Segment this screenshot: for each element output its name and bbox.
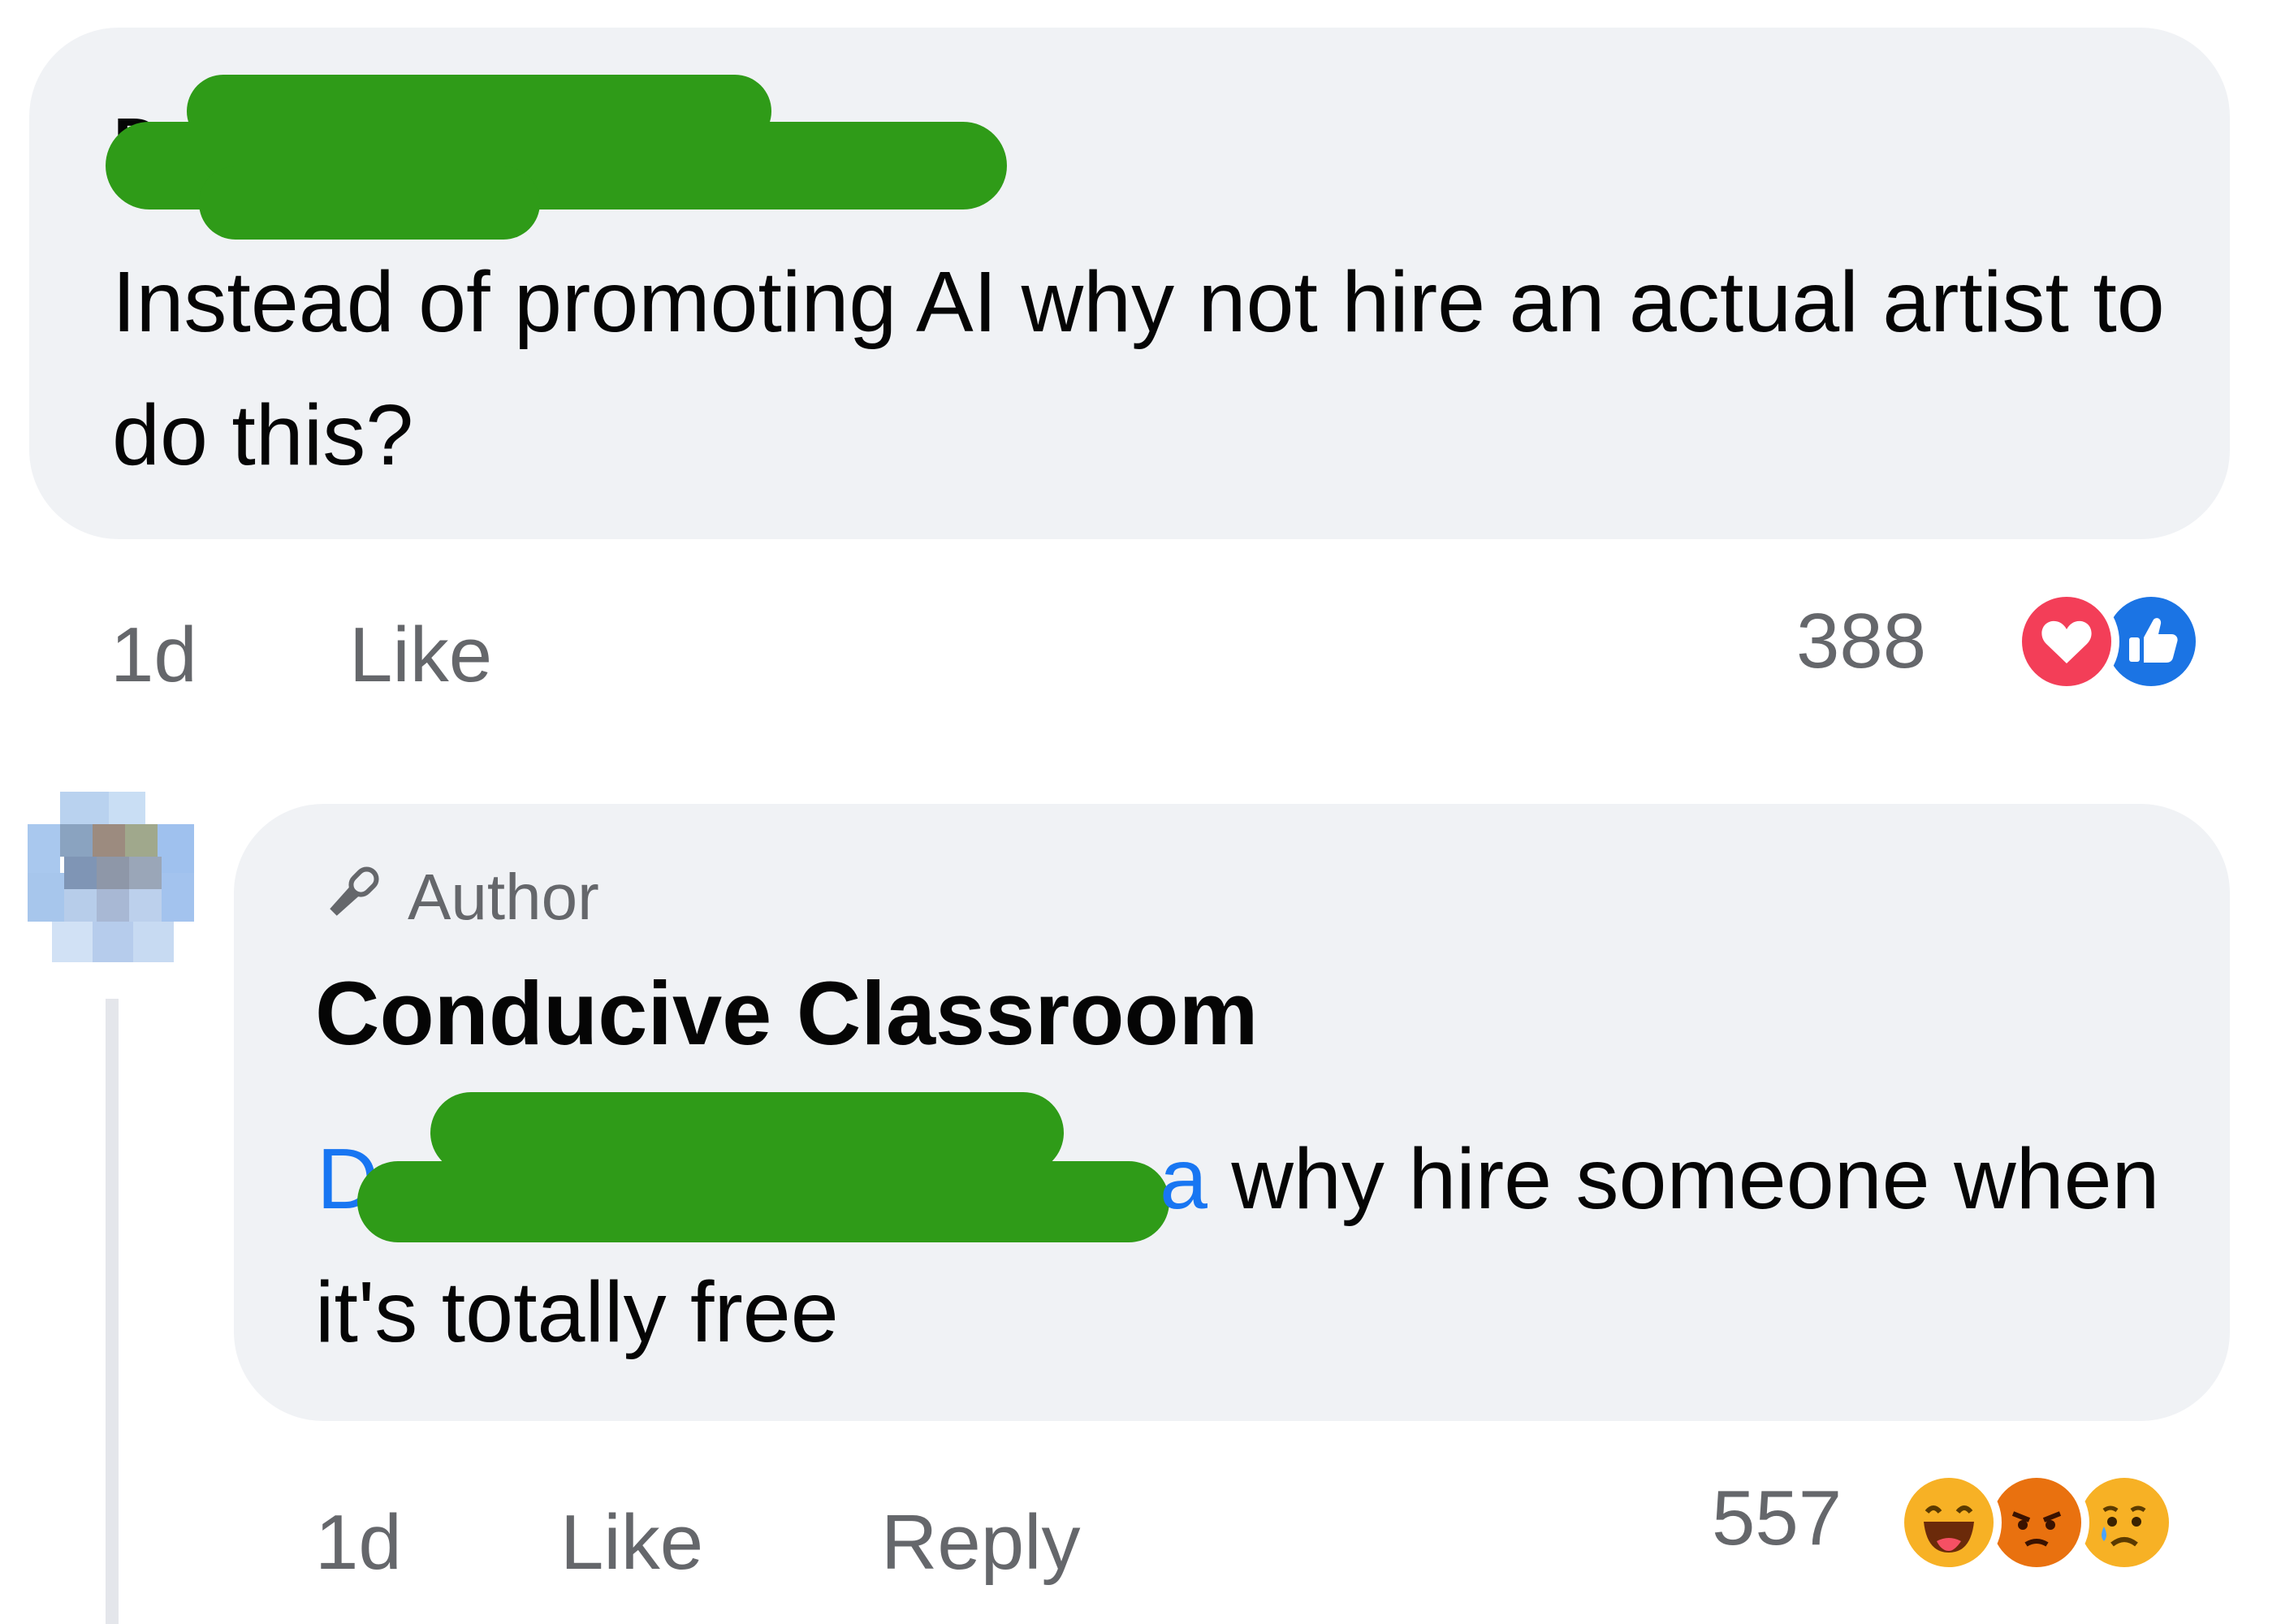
haha-icon bbox=[1896, 1470, 2002, 1575]
reply-text-body: why hire someone when it's totally free bbox=[315, 1131, 2160, 1360]
comment-timestamp[interactable]: 1d bbox=[110, 611, 197, 700]
reply-timestamp[interactable]: 1d bbox=[315, 1498, 402, 1587]
reply-reactions[interactable] bbox=[1896, 1470, 2177, 1575]
reply-reaction-count[interactable]: 557 bbox=[1712, 1474, 1842, 1563]
reply-reply-button[interactable]: Reply bbox=[881, 1498, 1080, 1587]
comment-reaction-count[interactable]: 388 bbox=[1796, 597, 1926, 686]
author-badge-label: Author bbox=[408, 861, 599, 933]
comment-reactions[interactable] bbox=[2014, 589, 2204, 694]
reply-author-name[interactable]: Conducive Classroom bbox=[315, 962, 1258, 1065]
reply-like-button[interactable]: Like bbox=[560, 1498, 703, 1587]
reply-text: a why hire someone when it's totally fre… bbox=[315, 1112, 2183, 1379]
avatar[interactable] bbox=[28, 792, 198, 978]
thread-line bbox=[106, 999, 119, 1624]
comment-text: Instead of promoting AI why not hire an … bbox=[112, 254, 2165, 483]
redaction-mark bbox=[199, 166, 540, 240]
mention-end[interactable]: a bbox=[1160, 1131, 1207, 1227]
author-badge: Author bbox=[313, 861, 599, 934]
comment-like-button[interactable]: Like bbox=[349, 611, 492, 700]
microphone-icon bbox=[313, 859, 387, 936]
love-icon bbox=[2014, 589, 2119, 694]
